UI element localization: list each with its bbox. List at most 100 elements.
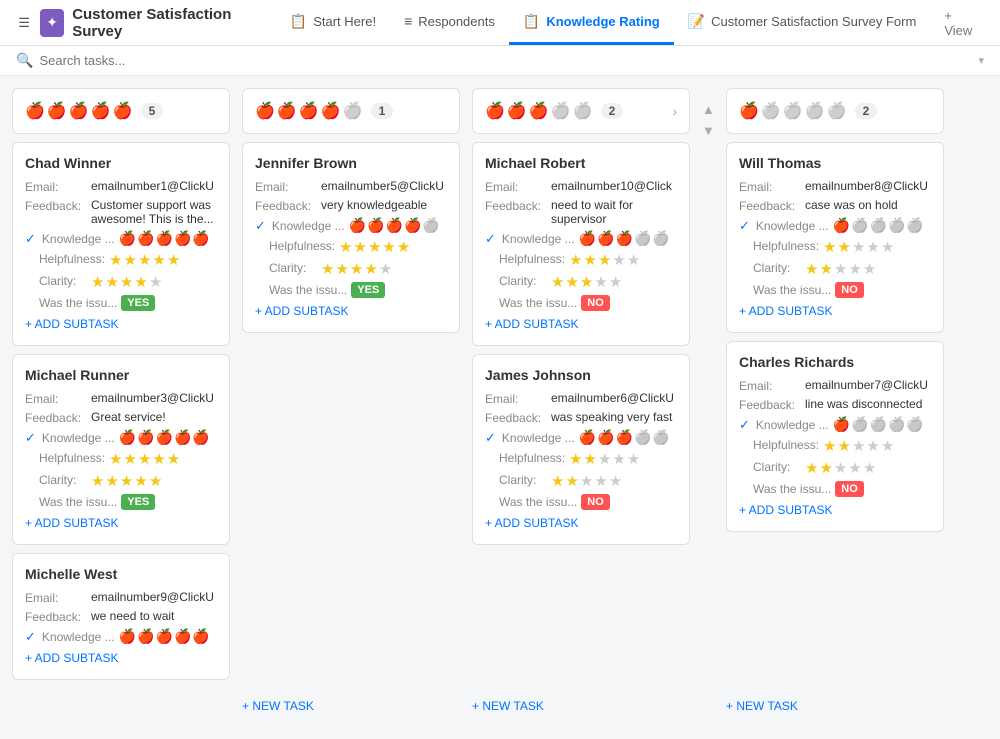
email-label: Email:: [485, 179, 547, 194]
new-task-button[interactable]: + NEW TASK: [472, 693, 690, 719]
new-task-button[interactable]: + NEW TASK: [726, 693, 944, 719]
card-clarity-field: Clarity:★★★★★: [739, 459, 931, 477]
card-issue-field: Was the issu...NO: [739, 481, 931, 497]
add-view-button[interactable]: + View: [934, 8, 988, 38]
scroll-up-icon[interactable]: ▲▼: [702, 102, 715, 138]
knowledge-apples: 🍎🍎🍎🍎🍎: [349, 217, 440, 234]
card-name[interactable]: Jennifer Brown: [255, 155, 447, 171]
email-value: emailnumber8@ClickU: [805, 179, 928, 193]
apple-icon: 🍎: [137, 628, 154, 645]
add-subtask-button[interactable]: + ADD SUBTASK: [485, 315, 677, 333]
star-full-icon: ★: [584, 450, 597, 468]
card-name[interactable]: Charles Richards: [739, 354, 931, 370]
column-nav-arrow: ▲▼: [702, 88, 726, 719]
column-col3: 🍎🍎🍎🍎🍎2› Michael Robert Email:emailnumber10…: [472, 88, 702, 719]
issue-badge-no: NO: [835, 481, 864, 497]
column-expand-arrow[interactable]: ›: [672, 103, 677, 119]
star-empty-icon: ★: [609, 472, 622, 490]
tab-form[interactable]: 📝 Customer Satisfaction Survey Form: [674, 0, 931, 45]
star-full-icon: ★: [382, 238, 395, 256]
app-icon: ✦: [40, 9, 64, 37]
checkmark-icon: ✓: [25, 231, 36, 247]
apple-icon: 🍎: [192, 230, 209, 247]
card-name[interactable]: Will Thomas: [739, 155, 931, 171]
email-value: emailnumber5@ClickU: [321, 179, 444, 193]
card-name[interactable]: Chad Winner: [25, 155, 217, 171]
add-subtask-button[interactable]: + ADD SUBTASK: [255, 302, 447, 320]
add-subtask-button[interactable]: + ADD SUBTASK: [25, 514, 217, 532]
card-email-field: Email:emailnumber10@Click: [485, 179, 677, 194]
column-col2: 🍎🍎🍎🍎🍎1Jennifer BrownEmail:emailnumber5@C…: [242, 88, 472, 719]
card-name[interactable]: Michael Robert: [485, 155, 677, 171]
apple-icon: 🍎: [634, 429, 651, 446]
feedback-label: Feedback:: [739, 198, 801, 213]
card-knowledge-field: ✓Knowledge ...🍎🍎🍎🍎🍎: [485, 429, 677, 446]
issue-badge-no: NO: [581, 494, 610, 510]
task-card: Michelle WestEmail:emailnumber9@ClickUFe…: [12, 553, 230, 680]
card-name[interactable]: Michelle West: [25, 566, 217, 582]
clarity-label: Clarity:: [485, 472, 547, 487]
column-header: 🍎🍎🍎🍎🍎2›: [472, 88, 690, 134]
card-clarity-field: Clarity:★★★★★: [485, 472, 677, 490]
down-arrow-icon[interactable]: ▼: [702, 123, 715, 138]
issue-label: Was the issu...: [25, 295, 117, 310]
helpfulness-stars: ★★★★★: [823, 437, 894, 455]
clarity-label: Clarity:: [25, 472, 87, 487]
tab-respondents[interactable]: ≡ Respondents: [390, 0, 509, 45]
card-helpfulness-field: Helpfulness:★★★★★: [739, 437, 931, 455]
star-full-icon: ★: [91, 273, 104, 291]
apple-icon: 🍎: [888, 217, 905, 234]
card-name[interactable]: Michael Runner: [25, 367, 217, 383]
email-label: Email:: [25, 590, 87, 605]
header-apple-icon: 🍎: [91, 101, 111, 121]
email-label: Email:: [739, 179, 801, 194]
add-subtask-button[interactable]: + ADD SUBTASK: [25, 649, 217, 667]
clarity-label: Clarity:: [739, 459, 801, 474]
feedback-value: we need to wait: [91, 609, 174, 623]
column-col1: 🍎🍎🍎🍎🍎5Chad WinnerEmail:emailnumber1@Clic…: [12, 88, 242, 719]
card-clarity-field: Clarity:★★★★★: [25, 273, 217, 291]
tab-start[interactable]: 📋 Start Here!: [276, 0, 390, 45]
card-knowledge-field: ✓Knowledge ...🍎🍎🍎🍎🍎: [739, 217, 931, 234]
feedback-label: Feedback:: [25, 198, 87, 213]
chevron-down-icon[interactable]: ▾: [978, 54, 984, 67]
card-issue-field: Was the issu...YES: [255, 282, 447, 298]
email-value: emailnumber6@ClickU: [551, 391, 674, 405]
hamburger-menu[interactable]: ☰: [12, 9, 36, 37]
tab-knowledge-icon: 📋: [523, 13, 540, 30]
helpfulness-label: Helpfulness:: [485, 450, 565, 465]
card-issue-field: Was the issu...YES: [25, 295, 217, 311]
up-arrow-icon[interactable]: ▲: [702, 102, 715, 117]
star-full-icon: ★: [584, 251, 597, 269]
star-empty-icon: ★: [609, 273, 622, 291]
feedback-label: Feedback:: [485, 410, 547, 425]
card-issue-field: Was the issu...NO: [485, 494, 677, 510]
issue-badge-yes: YES: [121, 494, 155, 510]
knowledge-apples: 🍎🍎🍎🍎🍎: [579, 429, 670, 446]
tab-respondents-icon: ≡: [404, 13, 412, 29]
card-email-field: Email:emailnumber1@ClickU: [25, 179, 217, 194]
add-subtask-button[interactable]: + ADD SUBTASK: [485, 514, 677, 532]
card-issue-field: Was the issu...NO: [739, 282, 931, 298]
star-full-icon: ★: [124, 450, 137, 468]
search-input[interactable]: [39, 53, 972, 68]
task-card: Will Thomas Email: emailnumber8@ClickU Feed…: [726, 142, 944, 333]
add-subtask-button[interactable]: + ADD SUBTASK: [739, 302, 931, 320]
clarity-stars: ★★★★★: [551, 472, 622, 490]
card-name[interactable]: James Johnson: [485, 367, 677, 383]
star-full-icon: ★: [565, 472, 578, 490]
card-issue-field: Was the issu...YES: [25, 494, 217, 510]
apple-icon: 🍎: [906, 217, 923, 234]
add-subtask-button[interactable]: + ADD SUBTASK: [25, 315, 217, 333]
header-apple-empty-icon: 🍎: [805, 101, 825, 121]
card-email-field: Email:emailnumber7@ClickU: [739, 378, 931, 393]
apple-icon: 🍎: [137, 429, 154, 446]
tab-knowledge[interactable]: 📋 Knowledge Rating: [509, 0, 674, 45]
apple-icon: 🍎: [888, 416, 905, 433]
knowledge-apples: 🍎🍎🍎🍎🍎: [119, 628, 210, 645]
add-subtask-button[interactable]: + ADD SUBTASK: [739, 501, 931, 519]
star-empty-icon: ★: [612, 251, 625, 269]
checkmark-icon: ✓: [255, 218, 266, 234]
new-task-button[interactable]: + NEW TASK: [242, 693, 460, 719]
star-empty-icon: ★: [834, 459, 847, 477]
